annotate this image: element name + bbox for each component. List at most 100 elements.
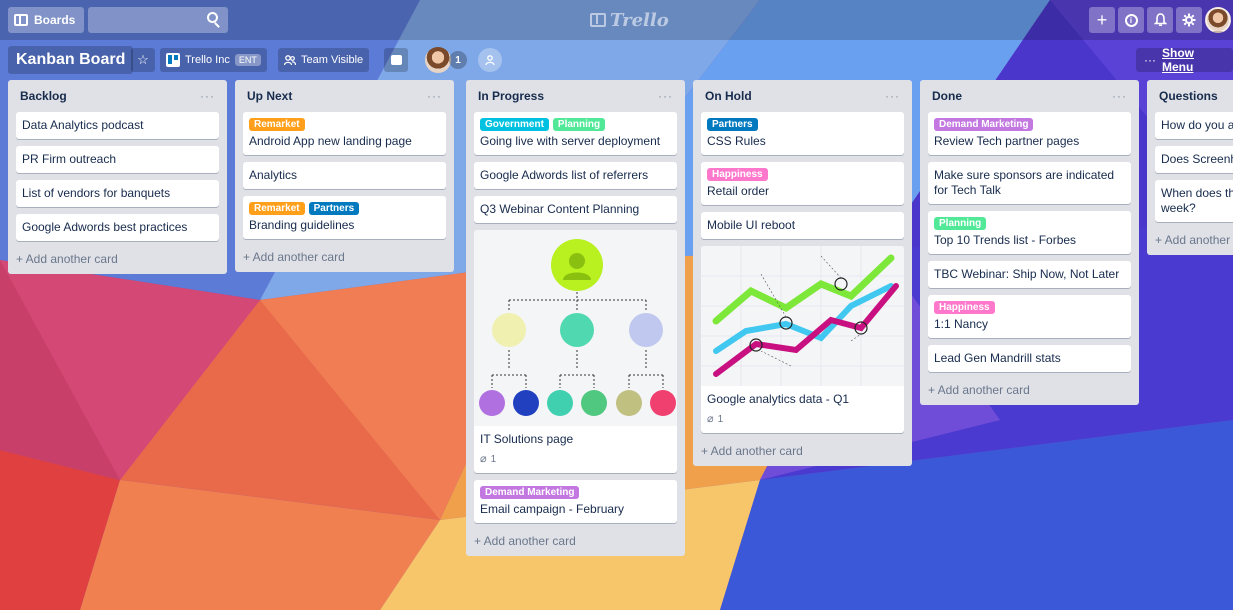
card-title: Google analytics data - Q1 (707, 392, 850, 406)
card[interactable]: Remarket Android App new landing page (243, 112, 446, 155)
card-title: Does Screenhero (1161, 152, 1233, 166)
card-title: Google Adwords best practices (22, 220, 188, 234)
card-title: Mobile UI reboot (707, 218, 796, 232)
card[interactable]: Demand Marketing Email campaign - Februa… (474, 480, 677, 523)
list-header[interactable]: Backlog ··· (16, 80, 219, 112)
add-card-button[interactable]: + Add another card (16, 248, 219, 268)
show-menu-button[interactable]: ··· Show Menu (1136, 46, 1233, 74)
user-avatar[interactable] (1205, 7, 1231, 33)
card-title: Make sure sponsors are indicated for Tec… (934, 168, 1115, 197)
settings-button[interactable] (1176, 7, 1202, 33)
card[interactable]: Happiness Retail order (701, 162, 904, 205)
bell-icon (1153, 13, 1167, 26)
card-title: Retail order (707, 184, 770, 198)
plus-icon: + (1096, 9, 1108, 30)
team-icon (284, 54, 296, 65)
card[interactable]: Partners CSS Rules (701, 112, 904, 155)
card-title: Review Tech partner pages (934, 134, 1080, 148)
card-title: Lead Gen Mandrill stats (934, 351, 1061, 365)
visibility-button[interactable]: Team Visible (278, 48, 370, 72)
list-menu-icon[interactable]: ··· (1112, 89, 1127, 103)
team-button[interactable]: Trello Inc ENT (160, 48, 267, 72)
card[interactable]: Demand Marketing Review Tech partner pag… (928, 112, 1131, 155)
card-label: Government (480, 118, 549, 131)
invite-member-button[interactable] (478, 48, 502, 72)
star-board-button[interactable]: ☆ (131, 48, 155, 72)
list-menu-icon[interactable]: ··· (427, 89, 442, 103)
create-button[interactable]: + (1089, 7, 1115, 33)
list-title: In Progress (478, 89, 545, 103)
card[interactable]: Google Adwords best practices (16, 214, 219, 241)
calendar-icon (390, 55, 402, 65)
search-icon (207, 12, 218, 23)
board-icon (14, 14, 28, 26)
card[interactable]: Planning Top 10 Trends list - Forbes (928, 211, 1131, 254)
card[interactable]: Analytics (243, 162, 446, 189)
card-title: Top 10 Trends list - Forbes (934, 233, 1077, 247)
card-title: When does the increase - before week? (1161, 186, 1233, 215)
list-header[interactable]: Questions (1155, 80, 1233, 112)
add-card-button[interactable]: + Add another card (243, 246, 446, 266)
card[interactable]: Government Planning Going live with serv… (474, 112, 677, 155)
card[interactable]: List of vendors for banquets (16, 180, 219, 207)
card[interactable]: When does the increase - before week? (1155, 180, 1233, 222)
card[interactable]: TBC Webinar: Ship Now, Not Later (928, 261, 1131, 288)
card[interactable]: Does Screenhero (1155, 146, 1233, 173)
card-title: PR Firm outreach (22, 152, 117, 166)
member-count-badge[interactable]: 1 (449, 51, 467, 69)
board-lists: Backlog ··· Data Analytics podcast PR Fi… (0, 80, 1233, 610)
member-avatar[interactable] (425, 47, 451, 73)
add-member-icon (484, 54, 495, 65)
list-header[interactable]: On Hold ··· (701, 80, 904, 112)
list-in-progress: In Progress ··· Government Planning Goin… (466, 80, 685, 556)
card-label: Remarket (249, 202, 305, 215)
list-questions: Questions How do you add Illustrator? Do… (1147, 80, 1233, 255)
card[interactable]: Data Analytics podcast (16, 112, 219, 139)
calendar-button[interactable] (384, 48, 408, 72)
card-label: Happiness (934, 301, 995, 314)
card-title: 1:1 Nancy (934, 317, 989, 331)
trello-logo-icon (590, 13, 606, 27)
card-label: Planning (934, 217, 987, 230)
trello-logo[interactable]: Trello (590, 9, 669, 31)
card-title: Data Analytics podcast (22, 118, 144, 132)
card-label: Happiness (707, 168, 768, 181)
card[interactable]: Google Adwords list of referrers (474, 162, 677, 189)
add-card-button[interactable]: + Add another card (1155, 229, 1233, 249)
card[interactable]: IT Solutions page ⌀ 1 (474, 230, 677, 473)
card[interactable]: Mobile UI reboot (701, 212, 904, 239)
search-input[interactable] (88, 7, 228, 33)
add-card-button[interactable]: + Add another card (701, 440, 904, 460)
list-backlog: Backlog ··· Data Analytics podcast PR Fi… (8, 80, 227, 274)
card-title: IT Solutions page (480, 432, 574, 446)
card[interactable]: Remarket Partners Branding guidelines (243, 196, 446, 239)
card-title: Google Adwords list of referrers (480, 168, 649, 182)
card[interactable]: How do you add Illustrator? (1155, 112, 1233, 139)
list-menu-icon[interactable]: ··· (200, 89, 215, 103)
card-title: Q3 Webinar Content Planning (480, 202, 640, 216)
attachment-icon: ⌀ (480, 453, 487, 465)
card[interactable]: Happiness 1:1 Nancy (928, 295, 1131, 338)
org-chart-image (479, 239, 676, 416)
card-badges: ⌀ 1 (707, 412, 898, 427)
card[interactable]: Q3 Webinar Content Planning (474, 196, 677, 223)
list-menu-icon[interactable]: ··· (885, 89, 900, 103)
card[interactable]: PR Firm outreach (16, 146, 219, 173)
list-menu-icon[interactable]: ··· (658, 89, 673, 103)
notifications-button[interactable] (1147, 7, 1173, 33)
logo-text: Trello (610, 9, 669, 31)
add-card-button[interactable]: + Add another card (474, 530, 677, 550)
card[interactable]: Make sure sponsors are indicated for Tec… (928, 162, 1131, 204)
info-button[interactable]: i (1118, 7, 1144, 33)
boards-button[interactable]: Boards (8, 7, 84, 33)
card-title: Email campaign - February (480, 502, 625, 516)
add-card-button[interactable]: + Add another card (928, 379, 1131, 399)
list-header[interactable]: In Progress ··· (474, 80, 677, 112)
list-header[interactable]: Up Next ··· (243, 80, 446, 112)
board-title[interactable]: Kanban Board (8, 46, 134, 74)
list-header[interactable]: Done ··· (928, 80, 1131, 112)
card-cover-line-chart (701, 246, 904, 386)
card[interactable]: Lead Gen Mandrill stats (928, 345, 1131, 372)
card[interactable]: Google analytics data - Q1 ⌀ 1 (701, 246, 904, 433)
card-label: Demand Marketing (480, 486, 580, 499)
